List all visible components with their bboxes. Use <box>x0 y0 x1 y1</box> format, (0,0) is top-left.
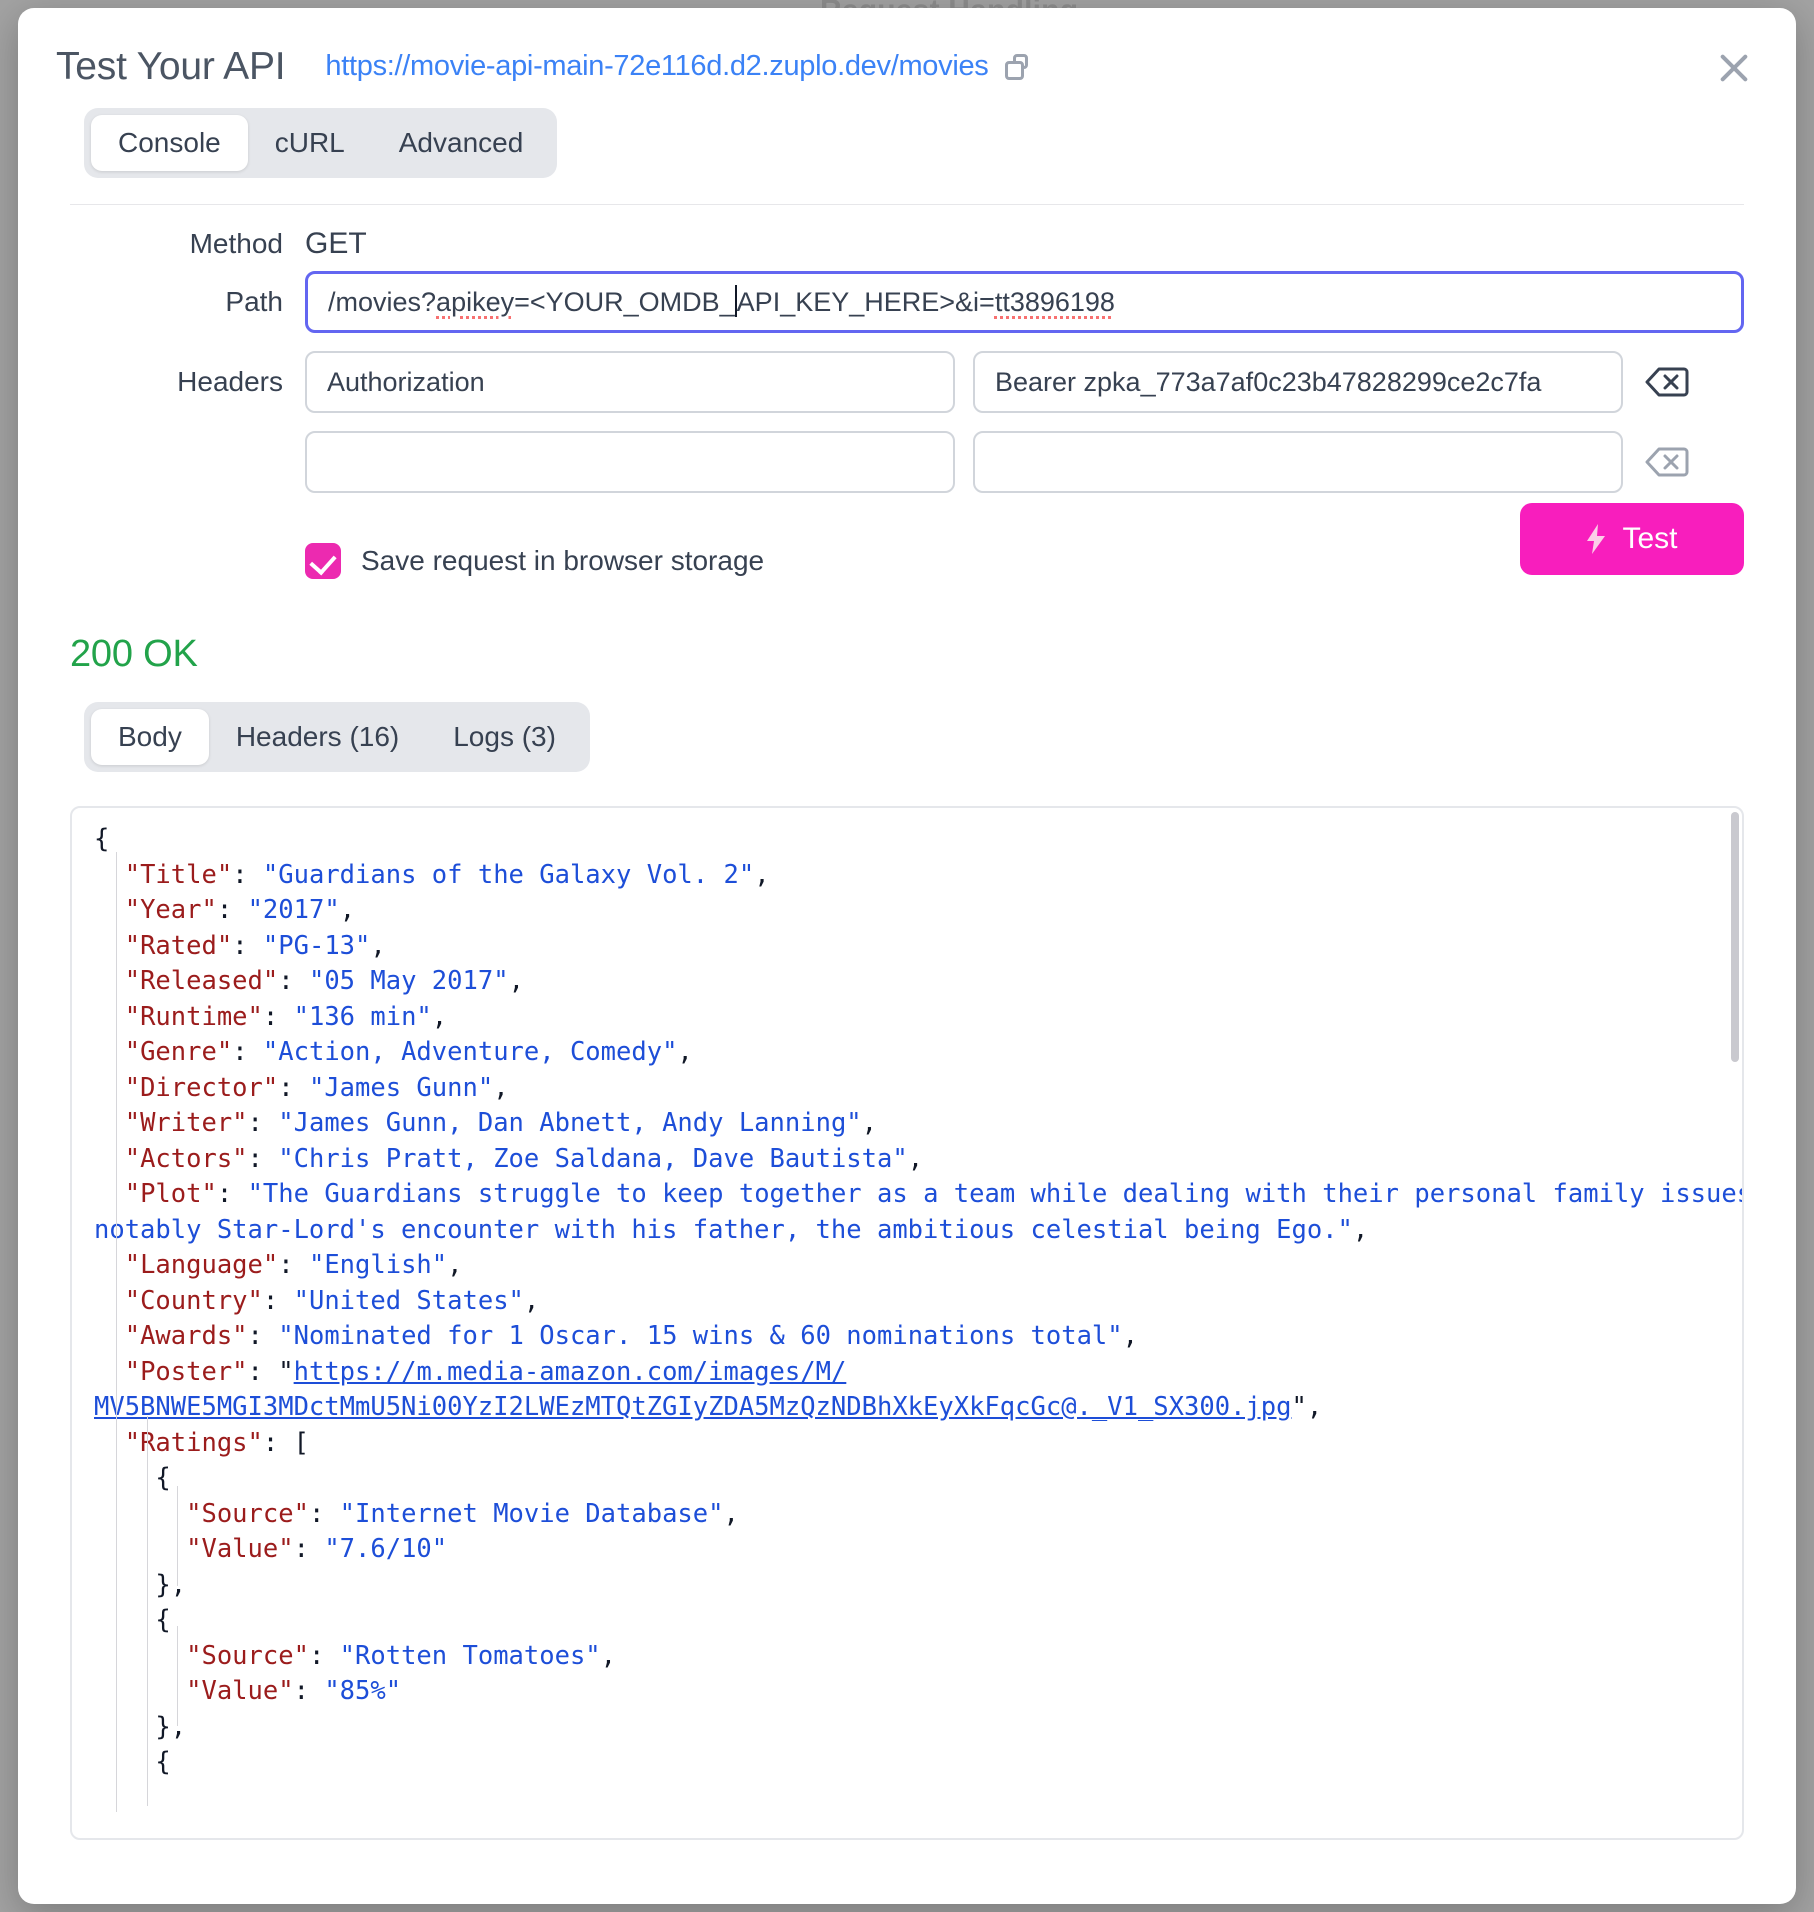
json-value-rating-source-1: "Rotten Tomatoes" <box>340 1641 601 1671</box>
delete-header-icon-2[interactable] <box>1645 446 1689 478</box>
test-button-label: Test <box>1622 522 1677 556</box>
path-text-imdb-id: tt3896198 <box>995 287 1115 318</box>
json-value-rating-value-1: "85%" <box>324 1676 401 1706</box>
method-value: GET <box>305 227 367 261</box>
api-url-link[interactable]: https://movie-api-main-72e116d.d2.zuplo.… <box>325 50 988 83</box>
header-row-1: Headers Authorization Bearer zpka_773a7a… <box>70 351 1744 413</box>
path-text-suffix: API_KEY_HERE>&i= <box>737 287 995 318</box>
json-value-country: "United States" <box>294 1286 524 1316</box>
header-divider <box>70 204 1744 205</box>
path-input[interactable]: /movies?apikey=<YOUR_OMDB_API_KEY_HERE>&… <box>305 271 1744 333</box>
request-tabs: Console cURL Advanced <box>18 80 1796 178</box>
test-api-modal: Test Your API https://movie-api-main-72e… <box>18 8 1796 1904</box>
json-value-awards: "Nominated for 1 Oscar. 15 wins & 60 nom… <box>278 1321 1122 1351</box>
header-value-input-1[interactable]: Bearer zpka_773a7af0c23b47828299ce2c7fa <box>973 351 1623 413</box>
json-value-genre: "Action, Adventure, Comedy" <box>263 1037 678 1067</box>
path-text-mid: =<YOUR_OMDB_ <box>514 287 735 318</box>
json-value-rated: "PG-13" <box>263 931 370 961</box>
header-value-input-2[interactable] <box>973 431 1623 493</box>
response-body-scrollbar[interactable] <box>1731 812 1739 1062</box>
json-value-rating-source-0: "Internet Movie Database" <box>340 1499 724 1529</box>
header-key-input-1[interactable]: Authorization <box>305 351 955 413</box>
tab-body[interactable]: Body <box>91 709 209 765</box>
method-label: Method <box>70 228 305 260</box>
indent-guide <box>147 1416 148 1806</box>
delete-header-icon-1[interactable] <box>1645 366 1689 398</box>
lightning-bolt-icon <box>1586 524 1606 554</box>
status-badge: 200 OK <box>70 633 1796 676</box>
tab-advanced[interactable]: Advanced <box>372 115 551 171</box>
modal-header: Test Your API https://movie-api-main-72e… <box>18 8 1796 80</box>
save-request-label: Save request in browser storage <box>361 545 764 577</box>
response-tabs: Body Headers (16) Logs (3) <box>18 676 1796 772</box>
test-button[interactable]: Test <box>1520 503 1744 575</box>
tab-headers[interactable]: Headers (16) <box>209 709 426 765</box>
header-row-2 <box>70 431 1744 493</box>
response-body-panel: { "Title": "Guardians of the Galaxy Vol.… <box>70 806 1744 1840</box>
json-value-released: "05 May 2017" <box>309 966 509 996</box>
header-key-input-2[interactable] <box>305 431 955 493</box>
json-value-writer: "James Gunn, Dan Abnett, Andy Lanning" <box>278 1108 861 1138</box>
json-value-actors: "Chris Pratt, Zoe Saldana, Dave Bautista… <box>278 1144 907 1174</box>
json-value-rating-value-0: "7.6/10" <box>324 1534 447 1564</box>
indent-guide <box>177 1626 178 1726</box>
save-request-row: Save request in browser storage Test <box>70 525 1744 597</box>
text-caret <box>735 285 737 317</box>
response-body-json: { "Title": "Guardians of the Galaxy Vol.… <box>72 808 1742 1781</box>
save-request-checkbox[interactable] <box>305 543 341 579</box>
json-value-title: "Guardians of the Galaxy Vol. 2" <box>263 860 754 890</box>
json-value-runtime: "136 min" <box>294 1002 432 1032</box>
path-text-prefix: /movies? <box>328 287 436 318</box>
headers-label: Headers <box>70 366 305 398</box>
path-label: Path <box>70 286 305 318</box>
close-icon[interactable] <box>1712 46 1756 90</box>
path-row: Path /movies?apikey=<YOUR_OMDB_API_KEY_H… <box>70 271 1744 333</box>
copy-icon[interactable] <box>1005 54 1031 80</box>
json-value-year: "2017" <box>248 895 340 925</box>
method-row: Method GET <box>70 227 1744 261</box>
json-value-plot: "The Guardians struggle to keep together… <box>94 1179 1744 1245</box>
page-title: Test Your API <box>56 45 285 89</box>
indent-guide <box>116 852 117 1812</box>
tab-curl[interactable]: cURL <box>248 115 372 171</box>
request-form: Method GET Path /movies?apikey=<YOUR_OMD… <box>18 227 1796 597</box>
path-text-apikey: apikey <box>436 287 514 318</box>
tab-console[interactable]: Console <box>91 115 248 171</box>
tab-logs[interactable]: Logs (3) <box>426 709 583 765</box>
indent-guide <box>177 1486 178 1586</box>
json-value-language: "English" <box>309 1250 447 1280</box>
json-value-director: "James Gunn" <box>309 1073 493 1103</box>
